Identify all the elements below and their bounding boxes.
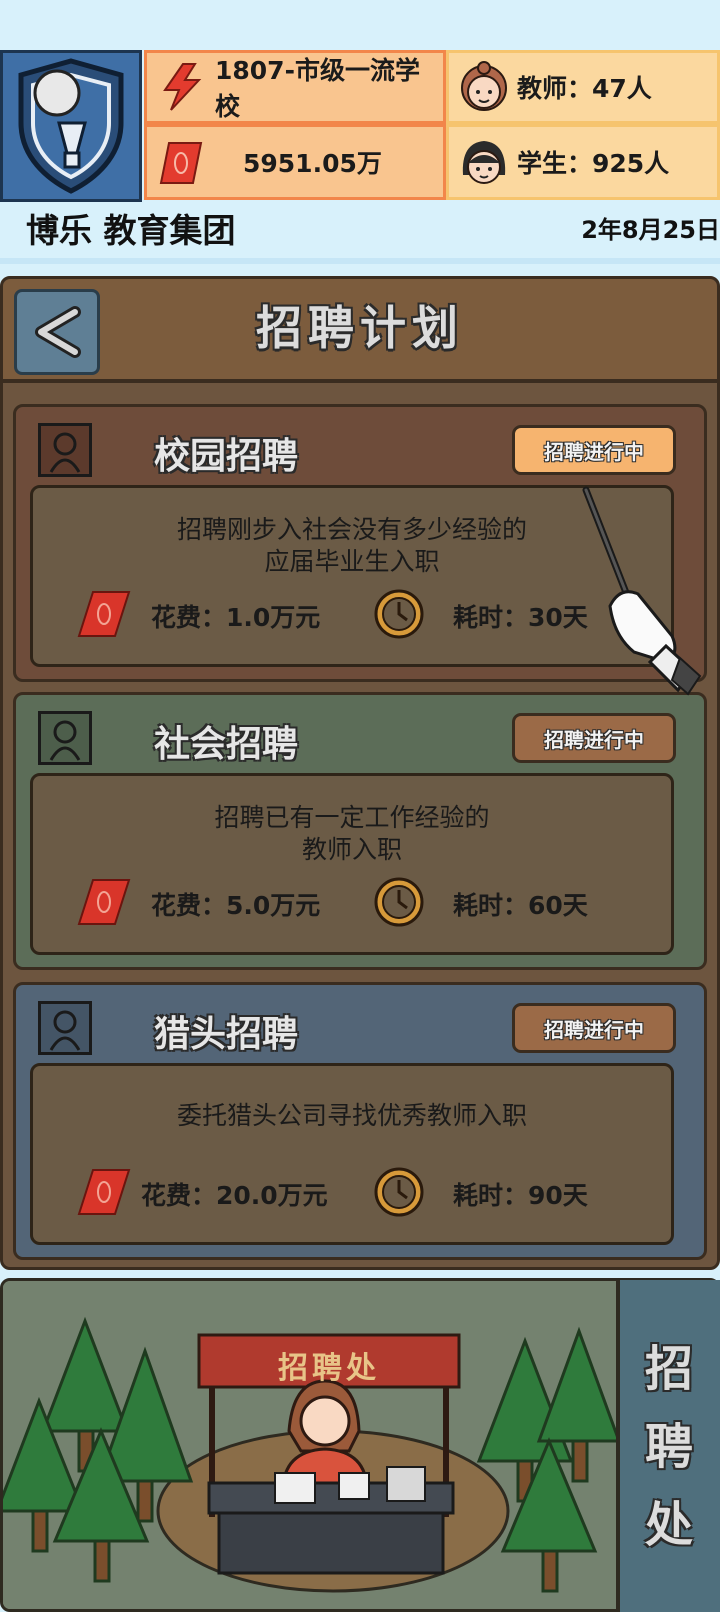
card-description: 委托猎头公司寻找优秀教师入职 — [33, 1100, 671, 1132]
money-icon — [77, 879, 131, 925]
teachers-panel[interactable]: 教师：47人 — [446, 50, 720, 124]
duration-text: 耗时：30天 — [453, 603, 588, 632]
social-recruit-card: 社会招聘 招聘进行中 招聘已有一定工作经验的 教师入职 花费：5.0万元 耗时：… — [13, 692, 707, 970]
clock-icon — [374, 877, 424, 927]
page-title: 招聘计划 — [256, 301, 464, 355]
description-line: 招聘刚步入社会没有多少经验的 — [176, 515, 527, 544]
cost-text: 花费：5.0万元 — [151, 891, 321, 920]
money-icon — [77, 591, 131, 637]
header-divider — [0, 258, 720, 264]
description-line: 招聘已有一定工作经验的 — [214, 803, 490, 832]
cost-text: 花费：20.0万元 — [141, 1181, 328, 1210]
card-description: 招聘刚步入社会没有多少经验的 应届毕业生入职 — [33, 514, 671, 578]
students-panel[interactable]: 学生：925人 — [446, 124, 720, 200]
money-icon — [77, 1169, 131, 1215]
recruit-office-tab-label: 招聘处 — [644, 1341, 693, 1553]
card-title: 校园招聘 — [154, 436, 299, 477]
person-icon — [38, 423, 92, 477]
students-text: 学生：925人 — [517, 149, 670, 178]
person-icon — [38, 711, 92, 765]
recruit-status-button[interactable]: 招聘进行中 — [512, 713, 676, 763]
card-info: 委托猎头公司寻找优秀教师入职 花费：20.0万元 耗时：90天 — [30, 1063, 674, 1245]
card-info: 招聘刚步入社会没有多少经验的 应届毕业生入职 花费：1.0万元 耗时：30天 — [30, 485, 674, 667]
school-level-panel[interactable]: 1807-市级一流学校 — [144, 50, 446, 124]
school-level-text: 1807-市级一流学校 — [215, 56, 420, 121]
pointer-hand-icon — [582, 486, 702, 696]
card-description: 招聘已有一定工作经验的 教师入职 — [33, 802, 671, 866]
recruit-status-button[interactable]: 招聘进行中 — [512, 1003, 676, 1053]
description-line: 应届毕业生入职 — [264, 547, 440, 576]
description-line: 教师入职 — [301, 835, 402, 864]
card-title: 猎头招聘 — [154, 1014, 299, 1055]
person-icon — [38, 1001, 92, 1055]
recruit-office-scene[interactable]: 招聘处 — [0, 1278, 720, 1612]
school-name: 博乐 教育集团 — [26, 211, 236, 250]
money-text: 5951.05万 — [243, 149, 382, 178]
clock-icon — [374, 589, 424, 639]
recruit-status-button[interactable]: 招聘进行中 — [512, 425, 676, 475]
game-date: 2年8月25日 — [581, 216, 720, 244]
booth-sign: 招聘处 — [278, 1351, 380, 1386]
duration-text: 耗时：60天 — [453, 891, 588, 920]
scene-illustration — [3, 1281, 717, 1609]
school-logo[interactable] — [0, 50, 142, 202]
card-title: 社会招聘 — [154, 724, 299, 765]
cost-text: 花费：1.0万元 — [151, 603, 321, 632]
shield-torch-icon — [18, 58, 124, 194]
description-line: 委托猎头公司寻找优秀教师入职 — [176, 1101, 527, 1130]
card-info: 招聘已有一定工作经验的 教师入职 花费：5.0万元 耗时：60天 — [30, 773, 674, 955]
clock-icon — [374, 1167, 424, 1217]
money-panel[interactable]: 5951.05万 — [144, 124, 446, 200]
teacher-avatar-icon — [461, 61, 507, 111]
student-avatar-icon — [462, 141, 506, 184]
teachers-text: 教师：47人 — [517, 74, 652, 103]
headhunter-recruit-card: 猎头招聘 招聘进行中 委托猎头公司寻找优秀教师入职 花费：20.0万元 耗时：9… — [13, 982, 707, 1260]
lightning-icon — [163, 63, 202, 111]
money-icon — [159, 142, 203, 184]
duration-text: 耗时：90天 — [453, 1181, 588, 1210]
